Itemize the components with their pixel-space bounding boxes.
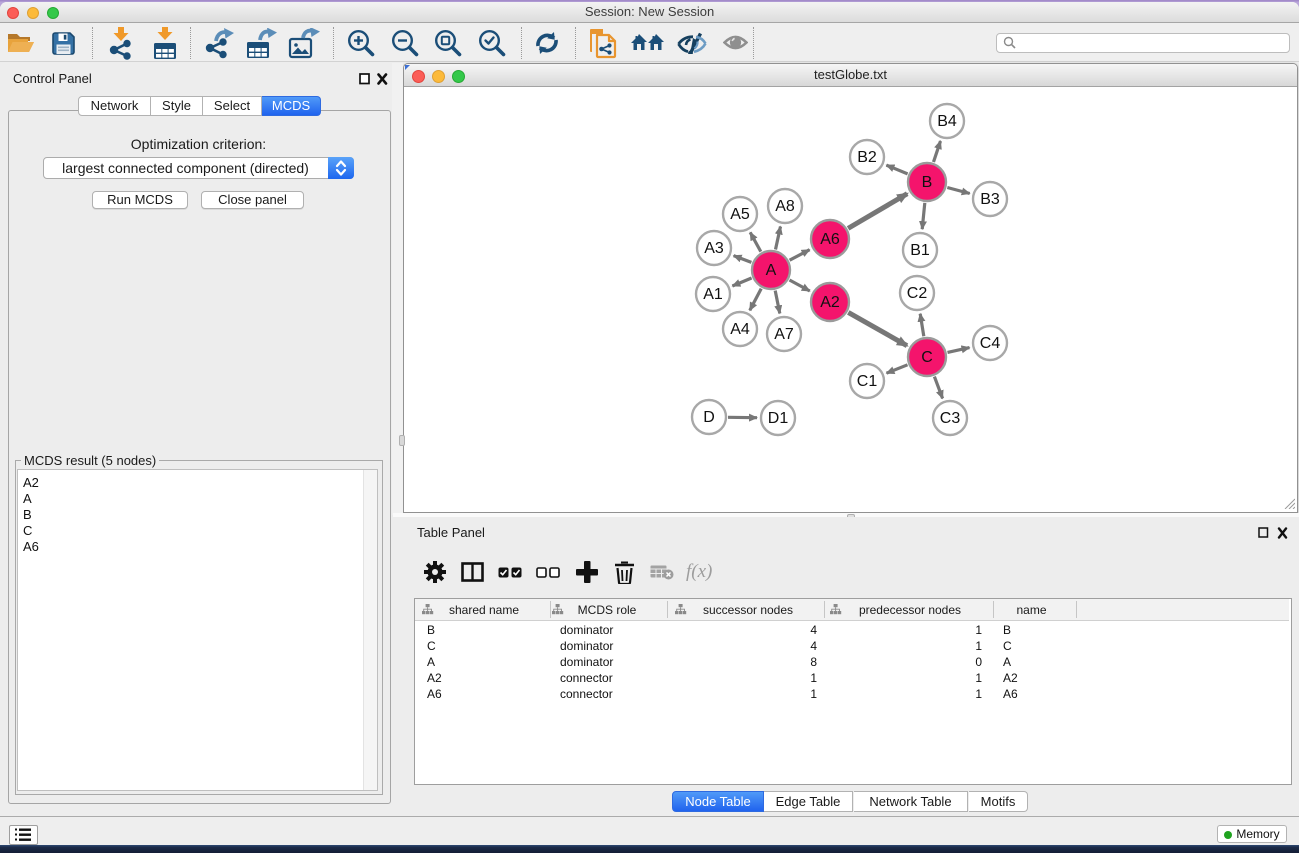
svg-text:D: D <box>703 409 715 426</box>
svg-text:A6: A6 <box>820 231 840 248</box>
svg-text:A1: A1 <box>703 286 723 303</box>
svg-text:C4: C4 <box>980 335 1001 352</box>
svg-text:A4: A4 <box>730 321 750 338</box>
svg-text:C2: C2 <box>907 285 928 302</box>
svg-text:A5: A5 <box>730 206 750 223</box>
svg-text:B1: B1 <box>910 242 930 259</box>
svg-text:A8: A8 <box>775 198 795 215</box>
svg-text:A3: A3 <box>704 240 724 257</box>
svg-text:C3: C3 <box>940 410 961 427</box>
svg-text:A: A <box>766 262 777 279</box>
svg-text:B: B <box>922 174 933 191</box>
svg-text:B3: B3 <box>980 191 1000 208</box>
svg-text:C1: C1 <box>857 373 878 390</box>
svg-text:A7: A7 <box>774 326 794 343</box>
svg-text:B2: B2 <box>857 149 877 166</box>
svg-text:A2: A2 <box>820 294 840 311</box>
svg-text:C: C <box>921 349 933 366</box>
svg-text:D1: D1 <box>768 410 789 427</box>
svg-text:B4: B4 <box>937 113 957 130</box>
